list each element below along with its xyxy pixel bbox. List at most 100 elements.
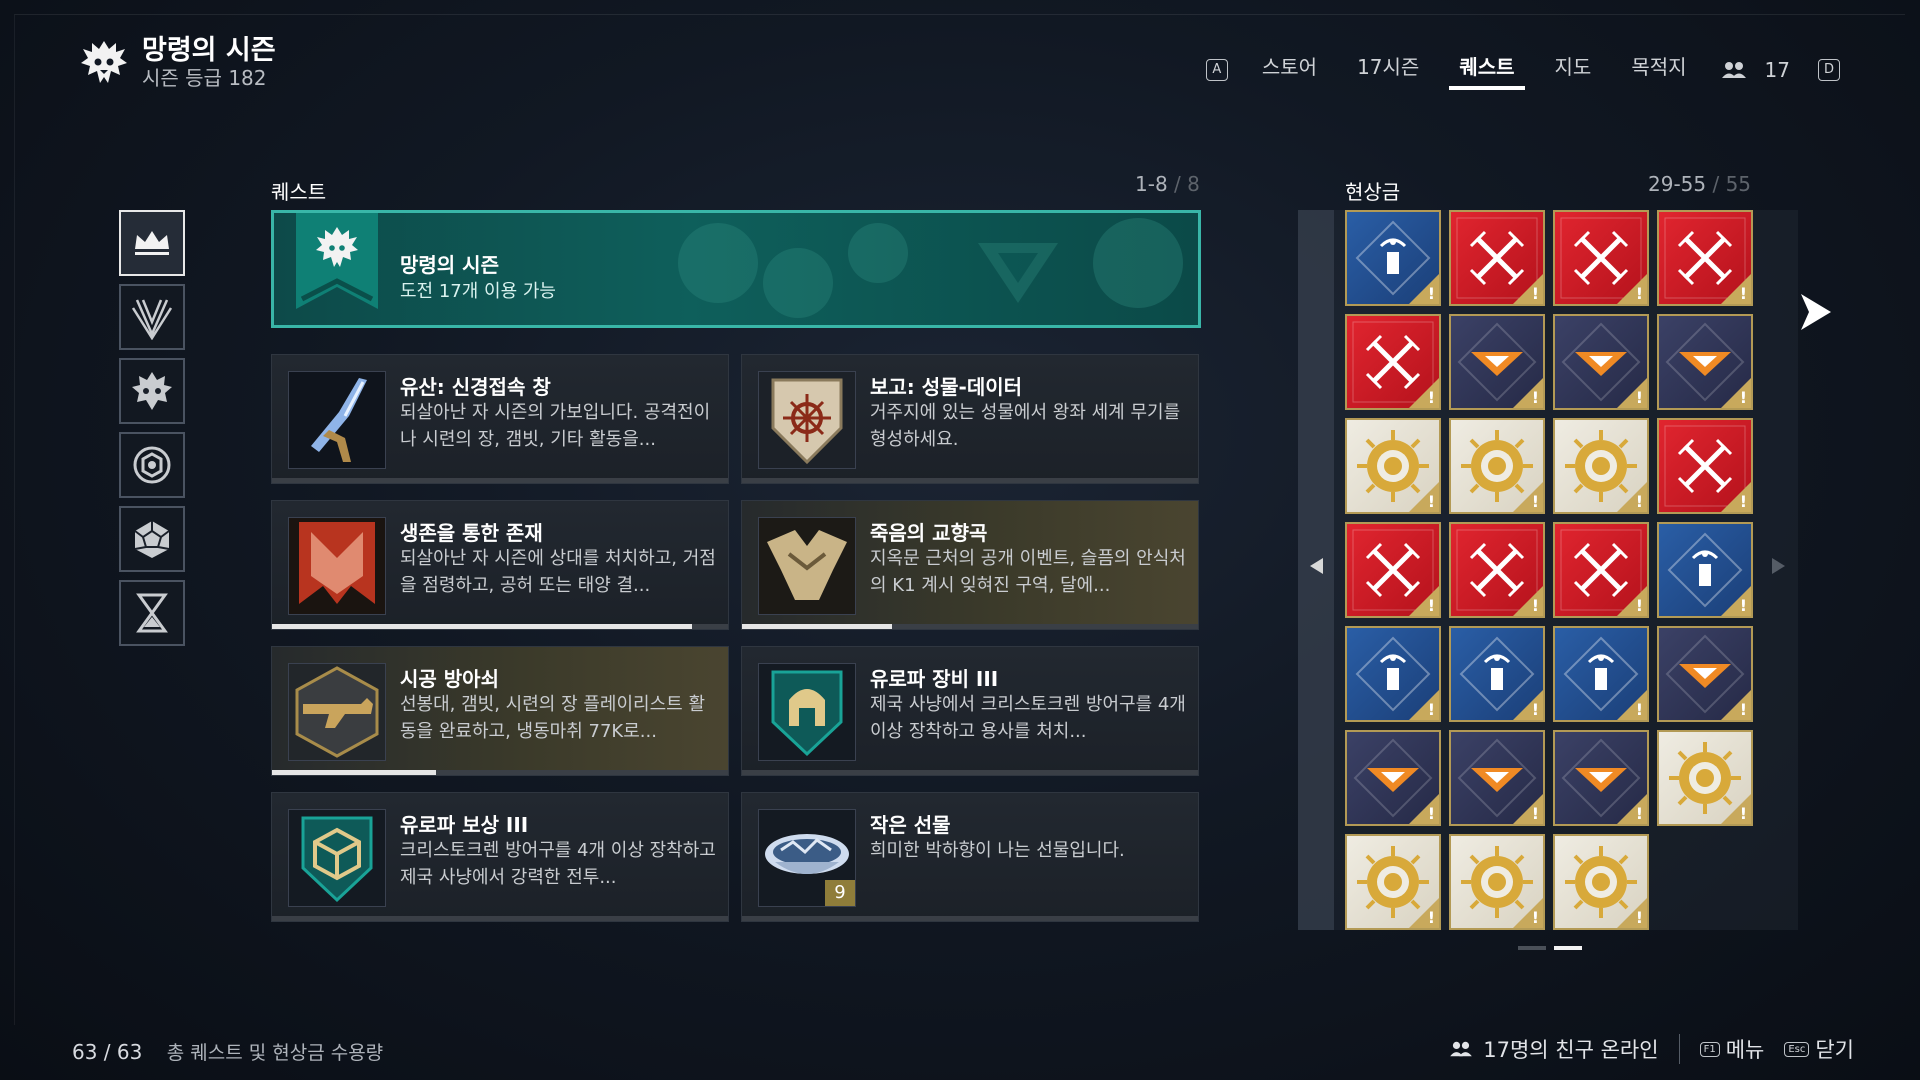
quest-title: 작은 선물 (870, 813, 951, 837)
rail-item-all[interactable] (119, 210, 185, 276)
bounty-tile[interactable]: ! (1553, 522, 1649, 618)
bounty-alert-mark: ! (1635, 388, 1643, 407)
bounties-count: 29-55 / 55 (1648, 172, 1751, 196)
bounty-tile[interactable]: ! (1553, 418, 1649, 514)
bounty-tile[interactable]: ! (1657, 730, 1753, 826)
bounty-tile[interactable]: ! (1345, 418, 1441, 514)
exotic-armor-icon (759, 518, 855, 614)
quest-card[interactable]: 생존을 통한 존재 되살아난 자 시즌에 상대를 처치하고, 거점을 점령하고,… (271, 500, 729, 630)
quest-description: 되살아난 자 시즌에 상대를 처치하고, 거점을 점령하고, 공허 또는 태양 … (400, 548, 716, 596)
quests-count: 1-8 / 8 (1135, 172, 1200, 196)
top-nav: A 스토어 17시즌 퀘스트 지도 목적지 17 D (1192, 52, 1854, 90)
page-dot[interactable] (1518, 946, 1546, 950)
key-a-hint[interactable]: A (1205, 59, 1228, 81)
quest-description: 거주지에 있는 성물에서 왕좌 세계 무기를 형성하세요. (870, 402, 1181, 450)
key-d-hint[interactable]: D (1818, 59, 1840, 81)
bounty-tile[interactable]: ! (1449, 834, 1545, 930)
quest-title: 죽음의 교향곡 (870, 521, 988, 545)
bounty-tile[interactable]: ! (1345, 314, 1441, 410)
europa-cube-icon (289, 810, 385, 906)
red-banner-icon (289, 518, 385, 614)
quest-description: 제국 사냥에서 크리스토크렌 방어구를 4개 이상 장착하고 용사를 처치... (870, 694, 1186, 742)
bounty-tile[interactable]: ! (1345, 210, 1441, 306)
page-right-arrow-icon[interactable] (1772, 558, 1785, 574)
page-dot-active[interactable] (1554, 946, 1582, 950)
tab-store[interactable]: 스토어 (1262, 52, 1317, 88)
rail-item-warlock[interactable] (119, 284, 185, 350)
season-brand: 망령의 시즌 시즌 등급 182 (78, 36, 276, 90)
bounty-tile[interactable]: ! (1345, 730, 1441, 826)
bounty-alert-mark: ! (1739, 388, 1747, 407)
bounty-tile[interactable]: ! (1657, 314, 1753, 410)
bounty-tile[interactable]: ! (1553, 210, 1649, 306)
friends-icon (1450, 1041, 1473, 1057)
bounties-range: 29-55 (1648, 172, 1707, 196)
season-card-title: 망령의 시즌 (400, 253, 499, 277)
quest-progress-track (742, 478, 1198, 483)
quest-card[interactable]: 유로파 장비 III 제국 사냥에서 크리스토크렌 방어구를 4개 이상 장착하… (741, 646, 1199, 776)
rail-item-dodeca[interactable] (119, 506, 185, 572)
quest-title: 유로파 장비 III (870, 667, 999, 691)
hourglass-icon (136, 593, 168, 633)
bounty-tile[interactable]: ! (1657, 522, 1753, 618)
quest-card[interactable]: 9 작은 선물 희미한 박하향이 나는 선물입니다. (741, 792, 1199, 922)
cursor-arrow-icon (1801, 294, 1831, 330)
bounty-alert-mark: ! (1531, 908, 1539, 927)
f1-key-hint: F1 (1699, 1041, 1720, 1057)
quest-card[interactable]: 보고: 성물-데이터 거주지에 있는 성물에서 왕좌 세계 무기를 형성하세요. (741, 354, 1199, 484)
bounty-tile[interactable]: ! (1553, 314, 1649, 410)
rail-item-hive[interactable] (119, 358, 185, 424)
bounty-tile[interactable]: ! (1449, 522, 1545, 618)
bounty-tile[interactable]: ! (1345, 522, 1441, 618)
friends-online-button[interactable]: 17명의 친구 온라인 (1483, 1034, 1658, 1064)
bounty-tile[interactable]: ! (1449, 418, 1545, 514)
bounty-tile[interactable]: ! (1657, 418, 1753, 514)
quest-progress-fill (272, 624, 692, 629)
bounty-alert-mark: ! (1531, 700, 1539, 719)
bounty-tile[interactable]: ! (1345, 834, 1441, 930)
quest-card[interactable]: 유산: 신경접속 창 되살아난 자 시즌의 가보입니다. 공격전이나 시련의 장… (271, 354, 729, 484)
bounty-tile[interactable]: ! (1657, 626, 1753, 722)
bounty-alert-mark: ! (1427, 284, 1435, 303)
season-featured-card[interactable]: 망령의 시즌 도전 17개 이용 가능 (271, 210, 1201, 328)
bounty-alert-mark: ! (1739, 700, 1747, 719)
quest-progress-track (272, 770, 728, 775)
rail-item-hourglass[interactable] (119, 580, 185, 646)
page-title: 망령의 시즌 (142, 35, 276, 66)
relic-shield-icon (759, 372, 855, 468)
bounty-alert-mark: ! (1427, 908, 1435, 927)
quest-thumbnail: 9 (758, 809, 856, 907)
bounty-tile[interactable]: ! (1449, 314, 1545, 410)
quest-card[interactable]: 죽음의 교향곡 지옥문 근처의 공개 이벤트, 슬픔의 안식처의 K1 계시 잊… (741, 500, 1199, 630)
bounty-tile[interactable]: ! (1657, 210, 1753, 306)
tab-friends[interactable]: 17 (1721, 58, 1790, 82)
bounty-tile[interactable]: ! (1553, 626, 1649, 722)
quest-progress-fill (272, 770, 437, 775)
stack-count-badge: 9 (825, 880, 855, 906)
season-emblem-icon (81, 41, 127, 83)
bounty-tile[interactable]: ! (1553, 730, 1649, 826)
quest-title: 유로파 보상 III (400, 813, 529, 837)
tab-map[interactable]: 지도 (1555, 52, 1592, 88)
bounty-tile[interactable]: ! (1345, 626, 1441, 722)
close-button[interactable]: 닫기 (1815, 1034, 1854, 1064)
bounty-tile[interactable]: ! (1449, 626, 1545, 722)
bounty-tile[interactable]: ! (1553, 834, 1649, 930)
tab-season[interactable]: 17시즌 (1357, 52, 1419, 88)
quest-thumbnail (288, 371, 386, 469)
tab-destinations[interactable]: 목적지 (1631, 52, 1686, 88)
quest-progress-fill (742, 624, 893, 629)
bounty-tile[interactable]: ! (1449, 730, 1545, 826)
bounty-alert-mark: ! (1427, 388, 1435, 407)
quest-card[interactable]: 유로파 보상 III 크리스토크렌 방어구를 4개 이상 장착하고 제국 사냥에… (271, 792, 729, 922)
page-left-arrow-icon[interactable] (1310, 558, 1323, 574)
quest-thumbnail (758, 663, 856, 761)
friends-icon (1721, 62, 1746, 78)
quest-card[interactable]: 시공 방아쇠 선봉대, 갬빗, 시련의 장 플레이리스트 활동을 완료하고, 냉… (271, 646, 729, 776)
quest-title: 시공 방아쇠 (400, 667, 499, 691)
tab-quests[interactable]: 퀘스트 (1449, 52, 1525, 90)
bounty-tile[interactable]: ! (1449, 210, 1545, 306)
rail-item-nine[interactable] (119, 432, 185, 498)
menu-button[interactable]: 메뉴 (1726, 1034, 1765, 1064)
quest-description: 희미한 박하향이 나는 선물입니다. (870, 840, 1125, 861)
